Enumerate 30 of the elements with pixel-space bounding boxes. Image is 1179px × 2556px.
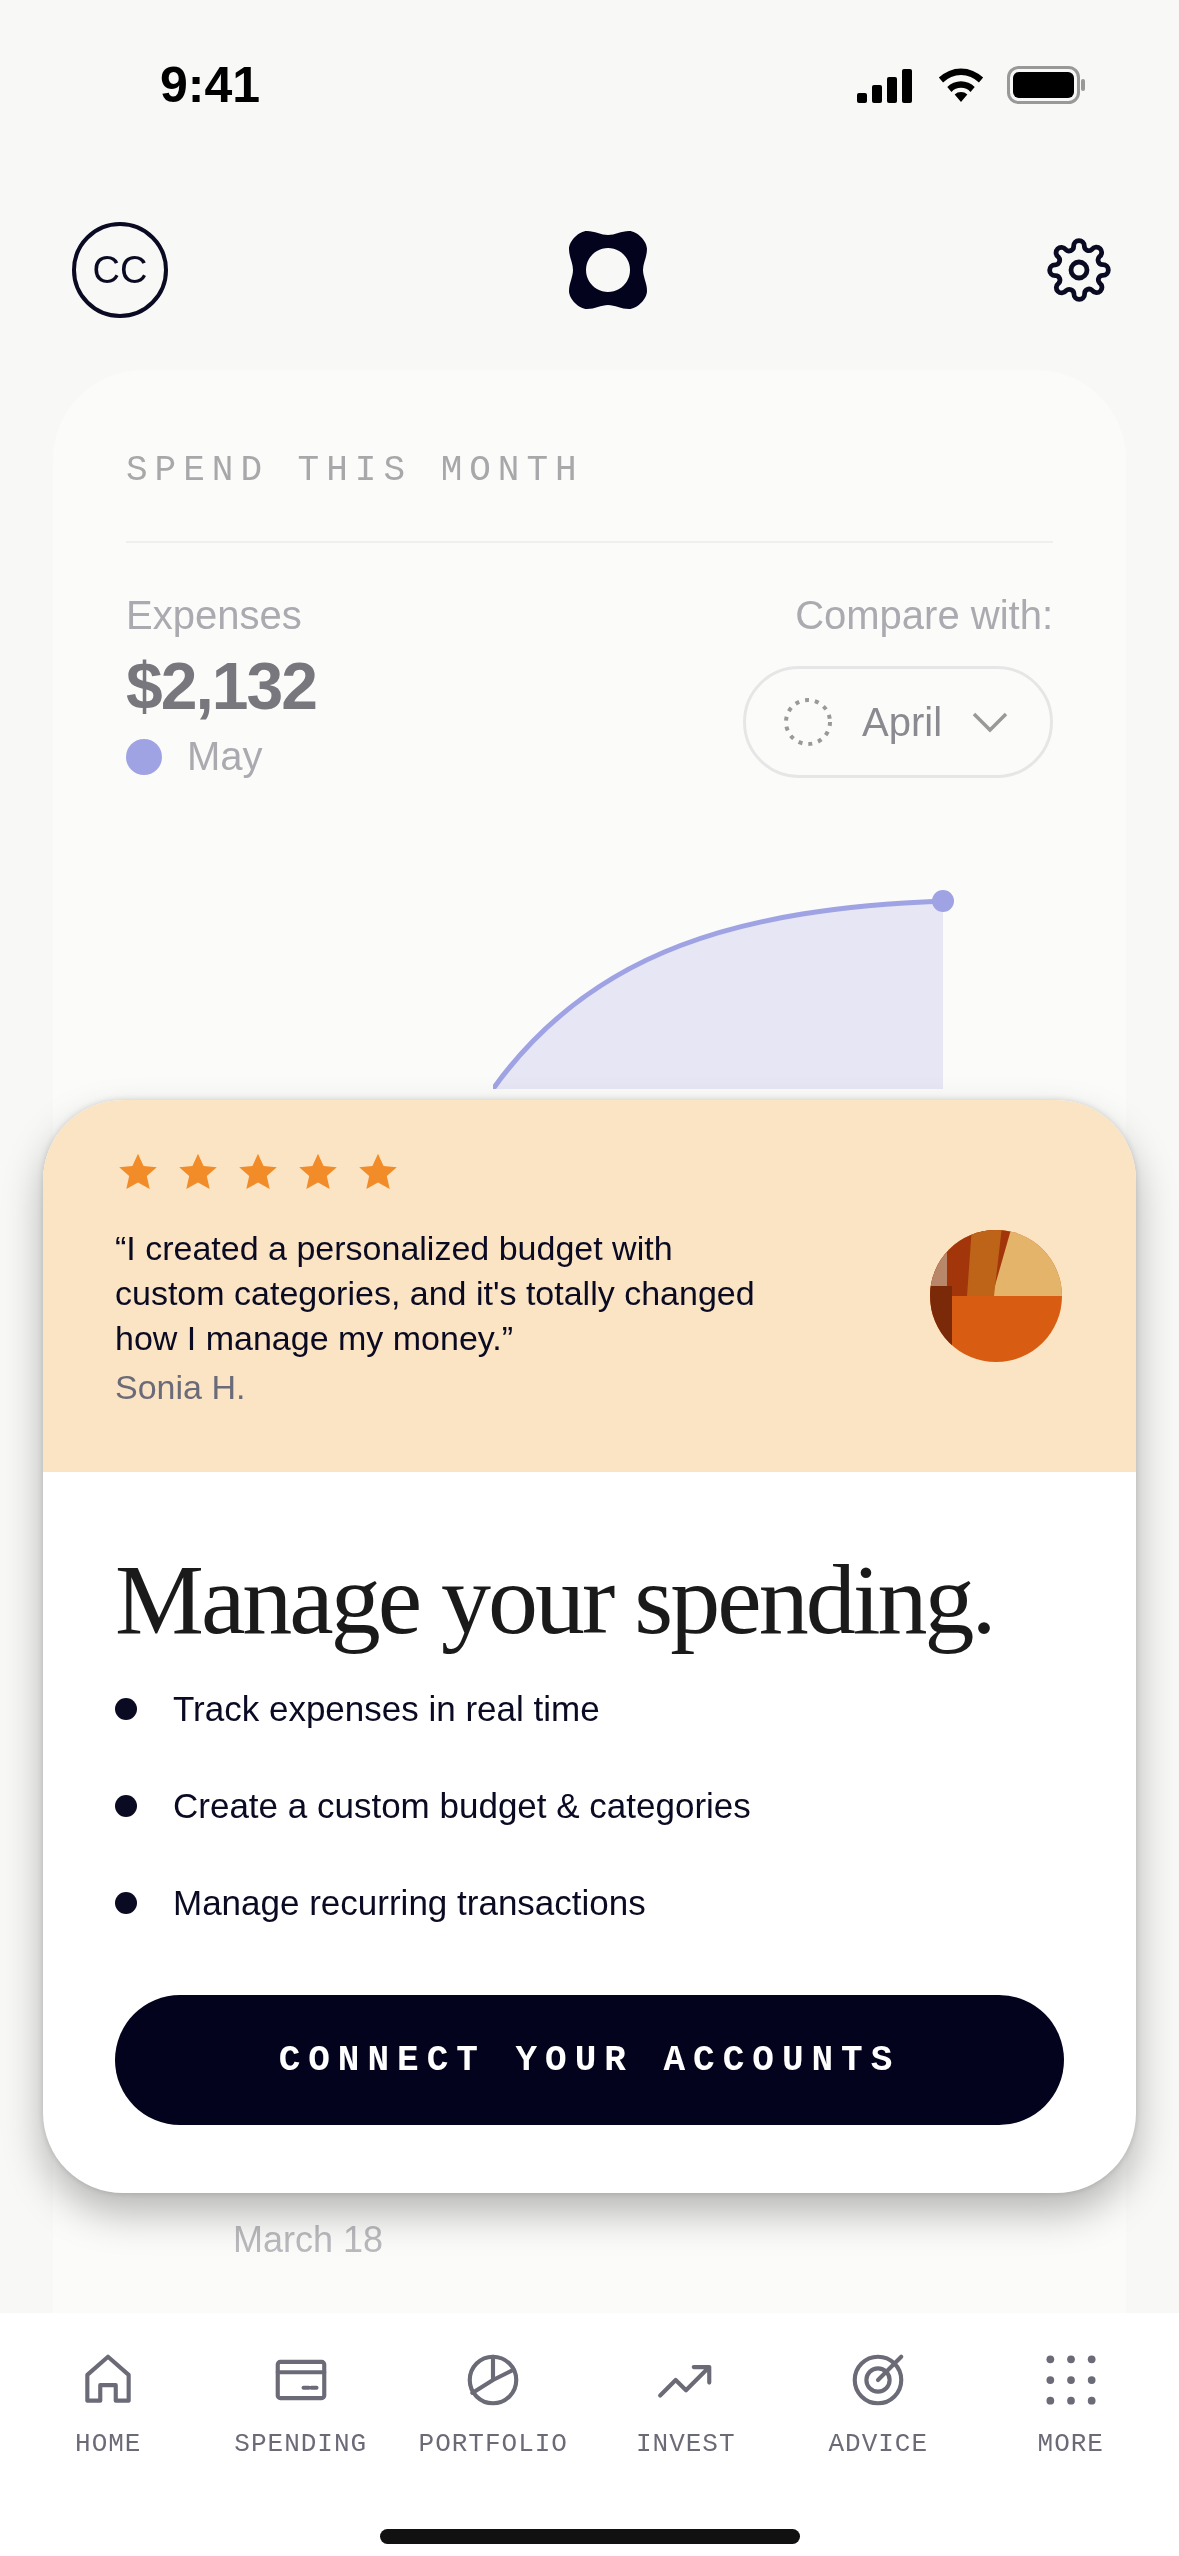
card-title: SPEND THIS MONTH xyxy=(126,450,1053,543)
transaction-date: March 18 xyxy=(233,2219,384,2261)
tab-bar-item[interactable]: SPENDING xyxy=(204,2349,397,2459)
bullet-dot xyxy=(115,1892,137,1914)
tab-bar-item[interactable]: MORE xyxy=(974,2349,1167,2459)
expenses-label: Expenses xyxy=(126,593,303,638)
signal-icon xyxy=(857,67,915,103)
battery-icon xyxy=(1007,66,1087,104)
bullet-dot xyxy=(115,1698,137,1720)
promo-title: Manage your spending. xyxy=(115,1543,995,1657)
month-dropdown[interactable]: April xyxy=(743,666,1053,778)
tab-bar-item[interactable]: INVEST xyxy=(589,2349,782,2459)
expenses-amount: $2,132 xyxy=(126,648,316,724)
dashed-circle-icon xyxy=(782,696,834,748)
testimonial-author: Sonia H. xyxy=(115,1368,247,1407)
settings-icon[interactable] xyxy=(1047,238,1111,302)
tab-bar-item[interactable]: HOME xyxy=(12,2349,205,2459)
bullet-dot xyxy=(115,1795,137,1817)
testimonial-quote: “I created a personalized budget with custom categories, and it's totally changed how I manage my money.” xyxy=(115,1228,756,1359)
logo-icon xyxy=(566,229,649,311)
connect-accounts-button[interactable]: CONNECT YOUR ACCOUNTS xyxy=(115,1995,1064,2125)
feature-text: Create a custom budget & categories xyxy=(173,1786,751,1826)
feature-text: Manage recurring transactions xyxy=(173,1883,646,1923)
feature-text: Track expenses in real time xyxy=(173,1689,600,1729)
status-time: 9:41 xyxy=(160,56,261,114)
tab-bar-item[interactable]: ADVICE xyxy=(782,2349,975,2459)
tab-bar-item[interactable]: PORTFOLIO xyxy=(397,2349,590,2459)
compare-label: Compare with: xyxy=(795,593,1053,638)
profile-avatar[interactable]: CC xyxy=(72,222,168,318)
legend-label: May xyxy=(187,734,263,779)
